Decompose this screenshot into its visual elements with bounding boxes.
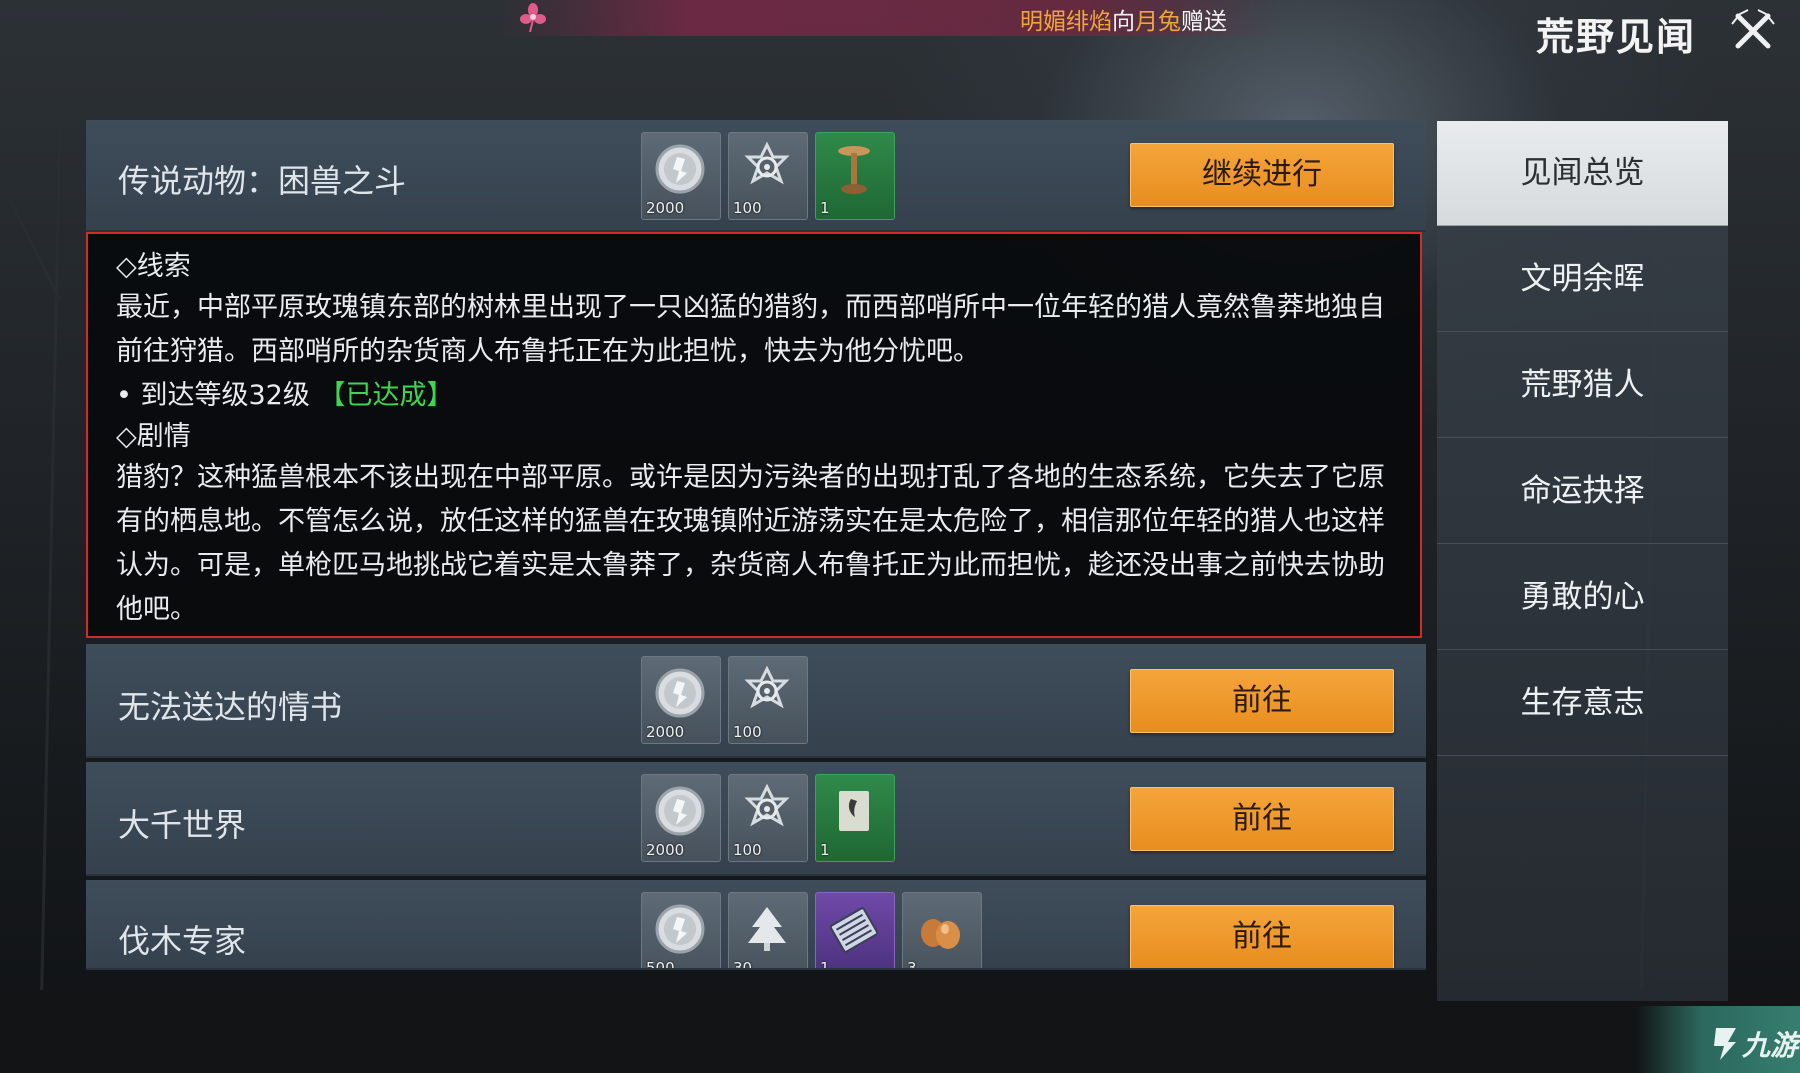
reward-slot[interactable]: 100 [728, 132, 808, 220]
gift-sender: 明媚绯焰 [1020, 9, 1112, 35]
quest-name: 大千世界 [118, 806, 247, 844]
flower-icon [520, 3, 546, 32]
story-heading: ◇剧情 [116, 421, 191, 452]
reward-count: 2000 [646, 723, 685, 741]
nav-item-fate-choice[interactable]: 命运抉择 [1437, 439, 1728, 544]
reward-slot[interactable]: 2000 [641, 656, 721, 744]
silver-coin-icon [655, 904, 705, 954]
reward-slot[interactable]: 1 [815, 892, 895, 970]
reward-slot[interactable]: 1 [815, 774, 895, 862]
quest-name: 无法送达的情书 [118, 688, 343, 726]
wooden-table-icon [838, 146, 870, 194]
reward-count: 500 [646, 959, 675, 970]
experience-gear-icon [744, 665, 790, 709]
watermark-text: 九游 [1742, 1029, 1799, 1062]
quest-name: 传说动物：困兽之斗 [118, 162, 407, 200]
nav-item-will-to-survive[interactable]: 生存意志 [1437, 651, 1728, 756]
gift-suffix: 赠送 [1181, 9, 1227, 35]
reward-count: 1 [820, 959, 830, 970]
reward-count: 2000 [646, 199, 685, 217]
nav-item-overview[interactable]: 见闻总览 [1437, 121, 1728, 226]
reward-count: 3 [907, 959, 917, 970]
nav-item-brave-heart[interactable]: 勇敢的心 [1437, 545, 1728, 650]
nav-item-civilization[interactable]: 文明余晖 [1437, 227, 1728, 332]
circuit-board-icon [829, 907, 879, 953]
quest-name: 伐木专家 [118, 922, 247, 960]
quest-detail-panel: ◇线索 最近，中部平原玫瑰镇东部的树林里出现了一只凶猛的猎豹，而西部哨所中一位年… [86, 232, 1422, 638]
quest-row-love-letter[interactable]: 无法送达的情书 2000 100 前往 [86, 644, 1426, 758]
page-title: 荒野见闻 [1536, 15, 1697, 59]
reward-count: 1 [820, 199, 830, 217]
reward-count: 30 [733, 959, 753, 970]
clue-heading: ◇线索 [116, 251, 191, 282]
reward-slot[interactable]: 3 [902, 892, 982, 970]
reward-slot[interactable]: 100 [728, 774, 808, 862]
reward-slot[interactable]: 2000 [641, 774, 721, 862]
reward-slot[interactable]: 500 [641, 892, 721, 970]
silver-coin-icon [655, 668, 705, 718]
silver-coin-icon [655, 144, 705, 194]
reward-count: 100 [733, 841, 762, 859]
reward-count: 100 [733, 199, 762, 217]
site-watermark: 九游 [1636, 1006, 1800, 1073]
eggs-icon [921, 919, 960, 949]
story-text: 猎豹？这种猛兽根本不该出现在中部平原。或许是因为污染者的出现打乱了各地的生态系统… [116, 462, 1385, 625]
go-button[interactable]: 前往 [1130, 669, 1394, 733]
continue-button[interactable]: 继续进行 [1130, 143, 1394, 207]
quest-row-big-world[interactable]: 大千世界 2000 100 1 前往 [86, 762, 1426, 876]
experience-gear-icon [744, 141, 790, 185]
requirement-line: • 到达等级32级 【已达成】 [116, 374, 1396, 418]
silver-coin-icon [655, 786, 705, 836]
close-icon[interactable] [1728, 6, 1778, 54]
go-button[interactable]: 前往 [1130, 905, 1394, 968]
reward-count: 1 [820, 841, 830, 859]
reward-count: 2000 [646, 841, 685, 859]
reward-slot[interactable]: 1 [815, 132, 895, 220]
quest-row-legendary-animal[interactable]: 传说动物：困兽之斗 2000 100 1 继续进行 [86, 120, 1426, 232]
quest-row-lumber-expert[interactable]: 伐木专家 500 30 1 3 前往 [86, 880, 1426, 970]
requirement-status: 【已达成】 [318, 380, 454, 411]
reward-slot[interactable]: 2000 [641, 132, 721, 220]
gift-connector: 向 [1112, 9, 1135, 35]
gift-notification-banner: 明媚绯焰向月兔赠送 [500, 0, 1280, 36]
experience-gear-icon [744, 783, 790, 827]
nav-item-wild-hunter[interactable]: 荒野猎人 [1437, 333, 1728, 438]
gift-receiver: 月兔 [1135, 9, 1181, 35]
blueprint-card-icon [839, 791, 869, 831]
clue-text: 最近，中部平原玫瑰镇东部的树林里出现了一只凶猛的猎豹，而西部哨所中一位年轻的猎人… [116, 292, 1385, 367]
requirement-text: • 到达等级32级 [116, 380, 310, 411]
pine-tree-icon [748, 907, 786, 951]
reward-slot[interactable]: 30 [728, 892, 808, 970]
category-nav: 见闻总览 文明余晖 荒野猎人 命运抉择 勇敢的心 生存意志 [1437, 121, 1728, 1001]
gift-message: 明媚绯焰向月兔赠送 [1020, 2, 1227, 36]
reward-count: 100 [733, 723, 762, 741]
go-button[interactable]: 前往 [1130, 787, 1394, 851]
jiuyou-logo-icon [1714, 1028, 1736, 1060]
reward-slot[interactable]: 100 [728, 656, 808, 744]
